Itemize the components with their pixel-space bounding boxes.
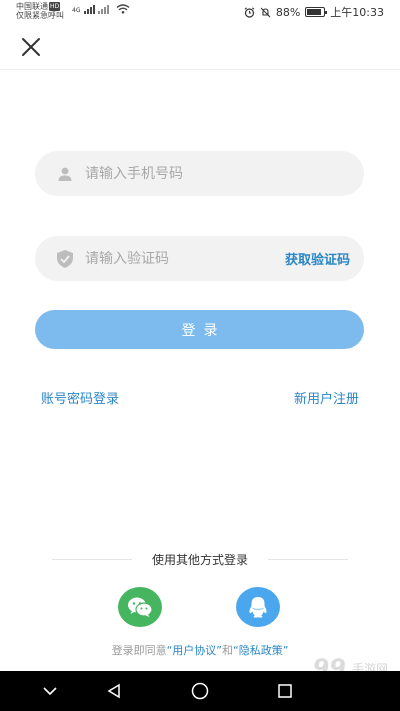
login-button[interactable]: 登录 — [35, 310, 364, 349]
hd-badge: HD — [49, 2, 61, 11]
agreement-prefix: 登录即同意 — [111, 644, 167, 657]
user-agreement-link[interactable]: “用户协议” — [167, 644, 222, 657]
phone-field[interactable] — [35, 151, 364, 196]
back-triangle-icon — [107, 683, 120, 699]
recent-square-icon — [278, 684, 292, 698]
status-bar: 中国联通 HD 仅限紧急呼叫 4G 88% 上午10:33 — [0, 0, 400, 24]
recent-apps-button[interactable] — [275, 681, 295, 701]
alarm-icon — [244, 6, 255, 18]
agreement-and: 和 — [222, 644, 233, 657]
network-type: 4G — [72, 7, 81, 14]
signal-no-sim-icon — [98, 4, 110, 14]
back-button[interactable] — [104, 681, 124, 701]
battery-percent: 88% — [275, 5, 301, 19]
shield-icon — [55, 249, 75, 269]
top-bar — [0, 24, 400, 70]
close-button[interactable] — [20, 36, 42, 58]
wechat-icon — [128, 597, 153, 617]
chevron-down-icon — [43, 687, 57, 696]
user-icon — [55, 164, 75, 184]
close-icon — [22, 38, 40, 56]
wifi-icon — [117, 4, 130, 14]
carrier-info: 中国联通 HD 仅限紧急呼叫 — [16, 2, 64, 20]
home-circle-icon — [191, 682, 209, 700]
verification-code-input[interactable] — [85, 250, 285, 267]
wechat-login-button[interactable] — [118, 587, 162, 627]
carrier-name: 中国联通 — [16, 2, 48, 11]
privacy-policy-link[interactable]: “隐私政策” — [233, 644, 288, 657]
emergency-only-text: 仅限紧急呼叫 — [16, 11, 64, 20]
status-right: 88% 上午10:33 — [244, 4, 384, 20]
mute-icon — [260, 7, 271, 17]
navigation-bar — [0, 671, 400, 711]
battery-icon — [305, 7, 328, 17]
verification-code-field[interactable]: 获取验证码 — [35, 236, 364, 281]
get-code-button[interactable]: 获取验证码 — [285, 249, 350, 268]
account-password-login-link[interactable]: 账号密码登录 — [41, 388, 119, 407]
qq-icon — [249, 597, 267, 618]
phone-input[interactable] — [85, 165, 364, 182]
signal-icon — [84, 4, 96, 14]
clock: 上午10:33 — [330, 6, 384, 19]
divider-right — [268, 559, 348, 560]
register-link[interactable]: 新用户注册 — [294, 388, 359, 407]
home-button[interactable] — [190, 681, 210, 701]
qq-login-button[interactable] — [236, 587, 280, 627]
hide-keyboard-button[interactable] — [40, 681, 60, 701]
network-indicators: 4G — [72, 4, 130, 14]
